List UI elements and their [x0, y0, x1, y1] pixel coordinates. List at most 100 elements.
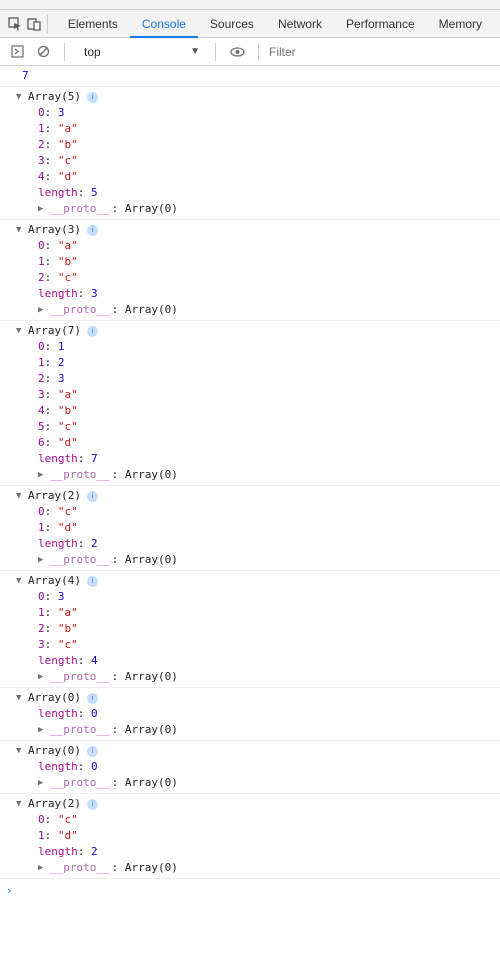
array-header[interactable]: ▼Array(0) i [16, 743, 500, 759]
array-entry: 2: "c" [38, 270, 500, 286]
array-entry: 0: "c" [38, 812, 500, 828]
length-entry: length: 4 [38, 653, 500, 669]
array-header[interactable]: ▼Array(2) i [16, 796, 500, 812]
proto-entry[interactable]: ▶__proto__: Array(0) [38, 669, 500, 685]
disclosure-triangle-icon: ▼ [16, 573, 26, 589]
array-entries: 0: "c"1: "d"length: 2▶__proto__: Array(0… [16, 504, 500, 568]
disclosure-triangle-icon: ▶ [38, 775, 48, 791]
proto-entry[interactable]: ▶__proto__: Array(0) [38, 722, 500, 738]
filter-input[interactable] [269, 45, 494, 59]
array-header[interactable]: ▼Array(0)i [16, 690, 500, 706]
array-header[interactable]: ▼Array(5)i [16, 89, 500, 105]
array-entry: 2: "b" [38, 137, 500, 153]
log-value: 7 [0, 66, 500, 87]
array-summary: Array(3) [28, 222, 81, 238]
clear-console-icon[interactable] [32, 41, 54, 63]
array-entry: 4: "d" [38, 169, 500, 185]
array-entry: 1: "d" [38, 520, 500, 536]
disclosure-triangle-icon: ▼ [16, 323, 26, 339]
length-entry: length: 0 [38, 706, 500, 722]
proto-entry[interactable]: ▶__proto__: Array(0) [38, 302, 500, 318]
array-summary: Array(2) [28, 488, 81, 504]
tab-elements[interactable]: Elements [56, 10, 130, 38]
length-entry: length: 2 [38, 536, 500, 552]
console-prompt[interactable]: › [0, 879, 500, 903]
array-header[interactable]: ▼Array(3) i [16, 222, 500, 238]
disclosure-triangle-icon: ▼ [16, 743, 26, 759]
array-entries: 0: "c"1: "d"length: 2▶__proto__: Array(0… [16, 812, 500, 876]
disclosure-triangle-icon: ▶ [38, 302, 48, 318]
array-entry: 3: "a" [38, 387, 500, 403]
array-group: ▼Array(3) i 0: "a"1: "b"2: "c"length: 3▶__… [0, 220, 500, 321]
tab-network[interactable]: Network [266, 10, 334, 38]
length-entry: length: 7 [38, 451, 500, 467]
info-icon[interactable]: i [87, 92, 98, 103]
context-label: top [84, 45, 101, 59]
disclosure-triangle-icon: ▶ [38, 722, 48, 738]
array-entry: 3: "c" [38, 153, 500, 169]
toggle-sidebar-icon[interactable] [6, 41, 28, 63]
array-entries: 0: 31: "a"2: "b"3: "c"4: "d"length: 5▶__… [16, 105, 500, 217]
proto-entry[interactable]: ▶__proto__: Array(0) [38, 201, 500, 217]
array-group: ▼Array(7)i0: 11: 22: 33: "a"4: "b"5: "c"… [0, 321, 500, 486]
disclosure-triangle-icon: ▶ [38, 201, 48, 217]
array-entry: 6: "d" [38, 435, 500, 451]
proto-entry[interactable]: ▶__proto__: Array(0) [38, 860, 500, 876]
length-entry: length: 3 [38, 286, 500, 302]
array-entry: 5: "c" [38, 419, 500, 435]
console-output: 7 ▼Array(5)i0: 31: "a"2: "b"3: "c"4: "d"… [0, 66, 500, 960]
array-entry: 2: 3 [38, 371, 500, 387]
array-group: ▼Array(0)ilength: 0▶__proto__: Array(0) [0, 688, 500, 741]
array-entries: 0: 11: 22: 33: "a"4: "b"5: "c"6: "d"leng… [16, 339, 500, 483]
array-entries: 0: 31: "a"2: "b"3: "c"length: 4▶__proto_… [16, 589, 500, 685]
array-summary: Array(0) [28, 743, 81, 759]
length-entry: length: 2 [38, 844, 500, 860]
tab-performance[interactable]: Performance [334, 10, 427, 38]
array-group: ▼Array(2) i 0: "c"1: "d"length: 2▶__proto_… [0, 794, 500, 879]
tab-console[interactable]: Console [130, 10, 198, 38]
info-icon[interactable]: i [87, 746, 98, 757]
proto-entry[interactable]: ▶__proto__: Array(0) [38, 552, 500, 568]
proto-entry[interactable]: ▶__proto__: Array(0) [38, 775, 500, 791]
subbar-divider-2 [215, 43, 216, 61]
array-header[interactable]: ▼Array(7)i [16, 323, 500, 339]
array-entry: 1: "b" [38, 254, 500, 270]
array-header[interactable]: ▼Array(4) i [16, 573, 500, 589]
info-icon[interactable]: i [87, 491, 98, 502]
array-entries: 0: "a"1: "b"2: "c"length: 3▶__proto__: A… [16, 238, 500, 318]
array-summary: Array(4) [28, 573, 81, 589]
length-entry: length: 5 [38, 185, 500, 201]
array-entry: 4: "b" [38, 403, 500, 419]
subbar-divider-3 [258, 43, 259, 61]
array-header[interactable]: ▼Array(2) i [16, 488, 500, 504]
array-entry: 1: "d" [38, 828, 500, 844]
live-expression-icon[interactable] [226, 41, 248, 63]
info-icon[interactable]: i [87, 693, 98, 704]
disclosure-triangle-icon: ▼ [16, 222, 26, 238]
context-selector[interactable]: top ▼ [75, 42, 205, 62]
proto-entry[interactable]: ▶__proto__: Array(0) [38, 467, 500, 483]
chevron-down-icon: ▼ [190, 46, 200, 57]
disclosure-triangle-icon: ▼ [16, 796, 26, 812]
info-icon[interactable]: i [87, 326, 98, 337]
tab-sources[interactable]: Sources [198, 10, 266, 38]
info-icon[interactable]: i [87, 576, 98, 587]
array-entry: 0: 3 [38, 589, 500, 605]
array-summary: Array(2) [28, 796, 81, 812]
array-entry: 0: 3 [38, 105, 500, 121]
array-entry: 0: 1 [38, 339, 500, 355]
array-group: ▼Array(0)ilength: 0▶__proto__: Array(0) [0, 741, 500, 794]
disclosure-triangle-icon: ▼ [16, 488, 26, 504]
inspect-element-icon[interactable] [6, 13, 25, 35]
array-summary: Array(0) [28, 690, 81, 706]
console-subbar: top ▼ [0, 38, 500, 66]
tabbar-divider [47, 15, 48, 33]
array-entry: 2: "b" [38, 621, 500, 637]
tab-memory[interactable]: Memory [427, 10, 494, 38]
disclosure-triangle-icon: ▶ [38, 669, 48, 685]
info-icon[interactable]: i [87, 799, 98, 810]
array-entry: 0: "a" [38, 238, 500, 254]
device-toolbar-icon[interactable] [25, 13, 44, 35]
info-icon[interactable]: i [87, 225, 98, 236]
array-entry: 0: "c" [38, 504, 500, 520]
